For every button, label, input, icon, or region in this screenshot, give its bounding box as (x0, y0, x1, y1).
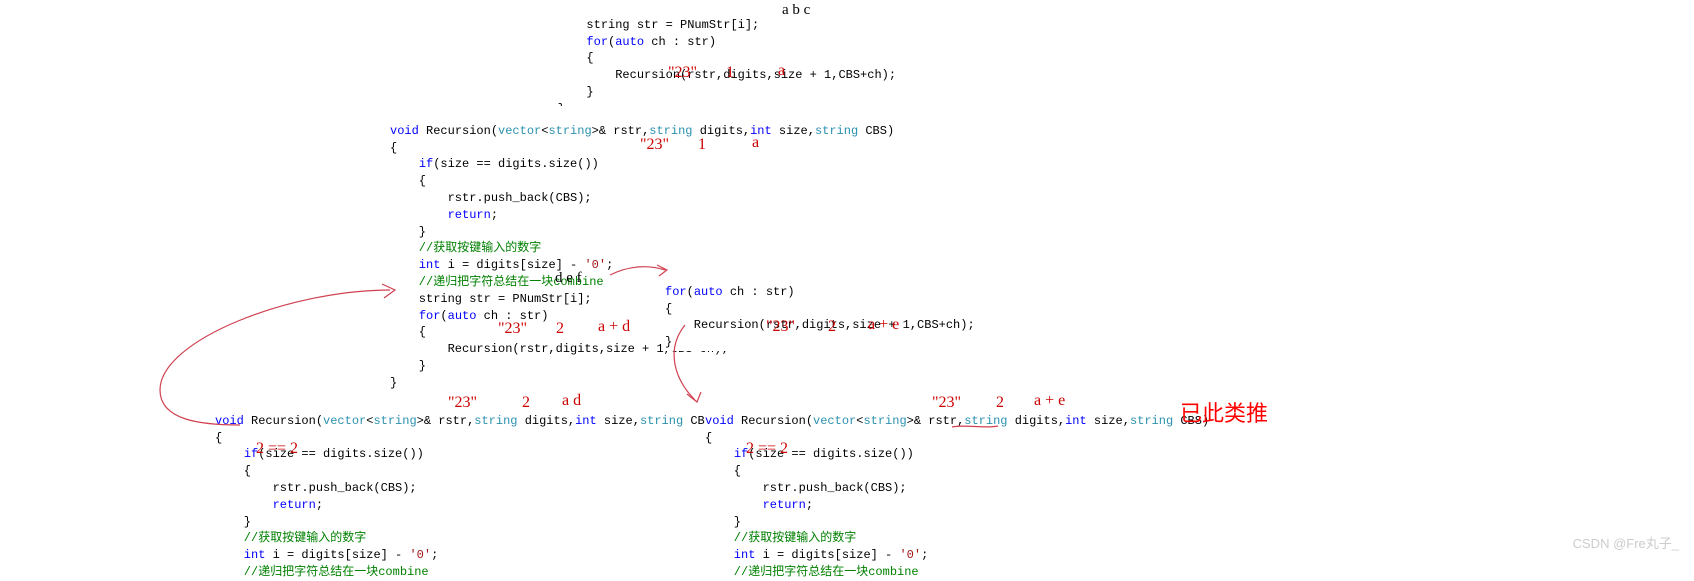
code-line: { (390, 174, 426, 188)
code-line: if(size == digits.size()) (215, 447, 424, 461)
annotation-23: "23" (640, 136, 669, 154)
annotation-a: a (778, 62, 785, 80)
annotation-23: "23" (668, 64, 697, 82)
code-line: string str = PNumStr[i]; (500, 18, 759, 32)
code-block-3l: void Recursion(vector<string>& rstr,stri… (215, 396, 719, 581)
code-line: } (390, 359, 426, 373)
code-line: string str = PNumStr[i]; (390, 292, 592, 306)
annotation-ae: a + e (868, 316, 899, 334)
annotation-2: 2 (556, 320, 564, 338)
annotation-23: "23" (766, 318, 795, 336)
annotation-23: "23" (498, 320, 527, 338)
code-line: { (390, 141, 397, 155)
code-line: { (215, 464, 251, 478)
code-line: return; (390, 208, 498, 222)
code-line: { (390, 325, 426, 339)
code-line: } (705, 515, 741, 529)
code-line: return; (705, 498, 813, 512)
annotation-23: "23" (932, 394, 961, 412)
code-line: } (215, 515, 251, 529)
code-line: } (500, 85, 594, 99)
code-line: { (705, 431, 712, 445)
annotation-a: a (752, 134, 759, 152)
code-comment: //获取按键输入的数字 (705, 531, 856, 545)
code-line: } (390, 376, 397, 390)
code-line: int i = digits[size] - '0'; (215, 548, 438, 562)
code-block-1: string str = PNumStr[i]; for(auto ch : s… (500, 0, 896, 118)
code-line: void Recursion(vector<string>& rstr,stri… (215, 414, 719, 428)
code-line: rstr.push_back(CBS); (705, 481, 907, 495)
code-comment: //递归把字符总结在一块combine (215, 565, 429, 579)
code-line: Recursion(rstr,digits,size + 1,CBS+ch); (665, 318, 975, 332)
code-line: { (665, 302, 672, 316)
code-line: Recursion(rstr,digits,size + 1,CBS+ch); (500, 68, 896, 82)
code-line: } (390, 225, 426, 239)
annotation-def: d e f (555, 270, 582, 287)
annotation-2: 2 (996, 394, 1004, 412)
code-line: { (500, 51, 594, 65)
code-line: void Recursion(vector<string>& rstr,stri… (705, 414, 1209, 428)
annotation-2: 2 (828, 318, 836, 336)
annotation-ae: a + e (1034, 392, 1065, 410)
watermark: CSDN @Fre丸子_ (1573, 533, 1679, 552)
code-line: return; (215, 498, 323, 512)
code-line: rstr.push_back(CBS); (215, 481, 417, 495)
code-line: { (215, 431, 222, 445)
annotation-ad: a d (562, 392, 581, 410)
code-comment: //获取按键输入的数字 (215, 531, 366, 545)
annotation-abc: a b c (782, 2, 810, 19)
code-line: { (705, 464, 741, 478)
code-line: rstr.push_back(CBS); (390, 191, 592, 205)
annotation-conclusion: 已此类推 (1180, 396, 1268, 428)
annotation-23: "23" (448, 394, 477, 412)
code-line: if(size == digits.size()) (390, 157, 599, 171)
code-line: if(size == digits.size()) (705, 447, 914, 461)
code-block-2r: for(auto ch : str) { Recursion(rstr,digi… (665, 267, 975, 351)
annotation-1: 1 (726, 64, 734, 82)
code-line: for(auto ch : str) (665, 285, 795, 299)
code-block-3r: void Recursion(vector<string>& rstr,stri… (705, 396, 1209, 581)
code-line: for(auto ch : str) (500, 35, 716, 49)
code-comment: //获取按键输入的数字 (390, 241, 541, 255)
annotation-2: 2 (522, 394, 530, 412)
code-line: int i = digits[size] - '0'; (705, 548, 928, 562)
annotation-ad: a + d (598, 318, 630, 336)
annotation-22: 2 == 2 (746, 440, 788, 458)
annotation-22: 2 == 2 (256, 440, 298, 458)
code-line: } (665, 335, 672, 349)
code-comment: //递归把字符总结在一块combine (705, 565, 919, 579)
annotation-1: 1 (698, 136, 706, 154)
